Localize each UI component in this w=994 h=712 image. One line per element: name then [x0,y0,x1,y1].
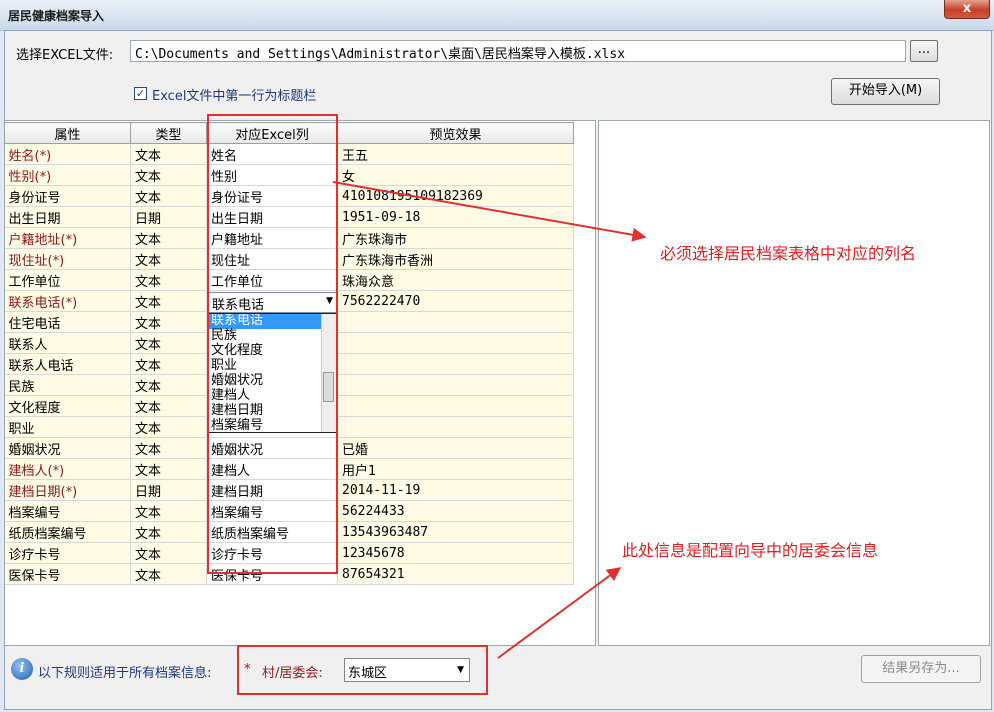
village-note: 此处信息是配置向导中的居委会信息 [622,541,879,560]
annotation-arrows [332,181,647,659]
column-note: 必须选择居民档案表格中对应的列名 [660,244,917,263]
column-note-arrow [332,181,647,242]
village-note-arrow [497,567,622,659]
